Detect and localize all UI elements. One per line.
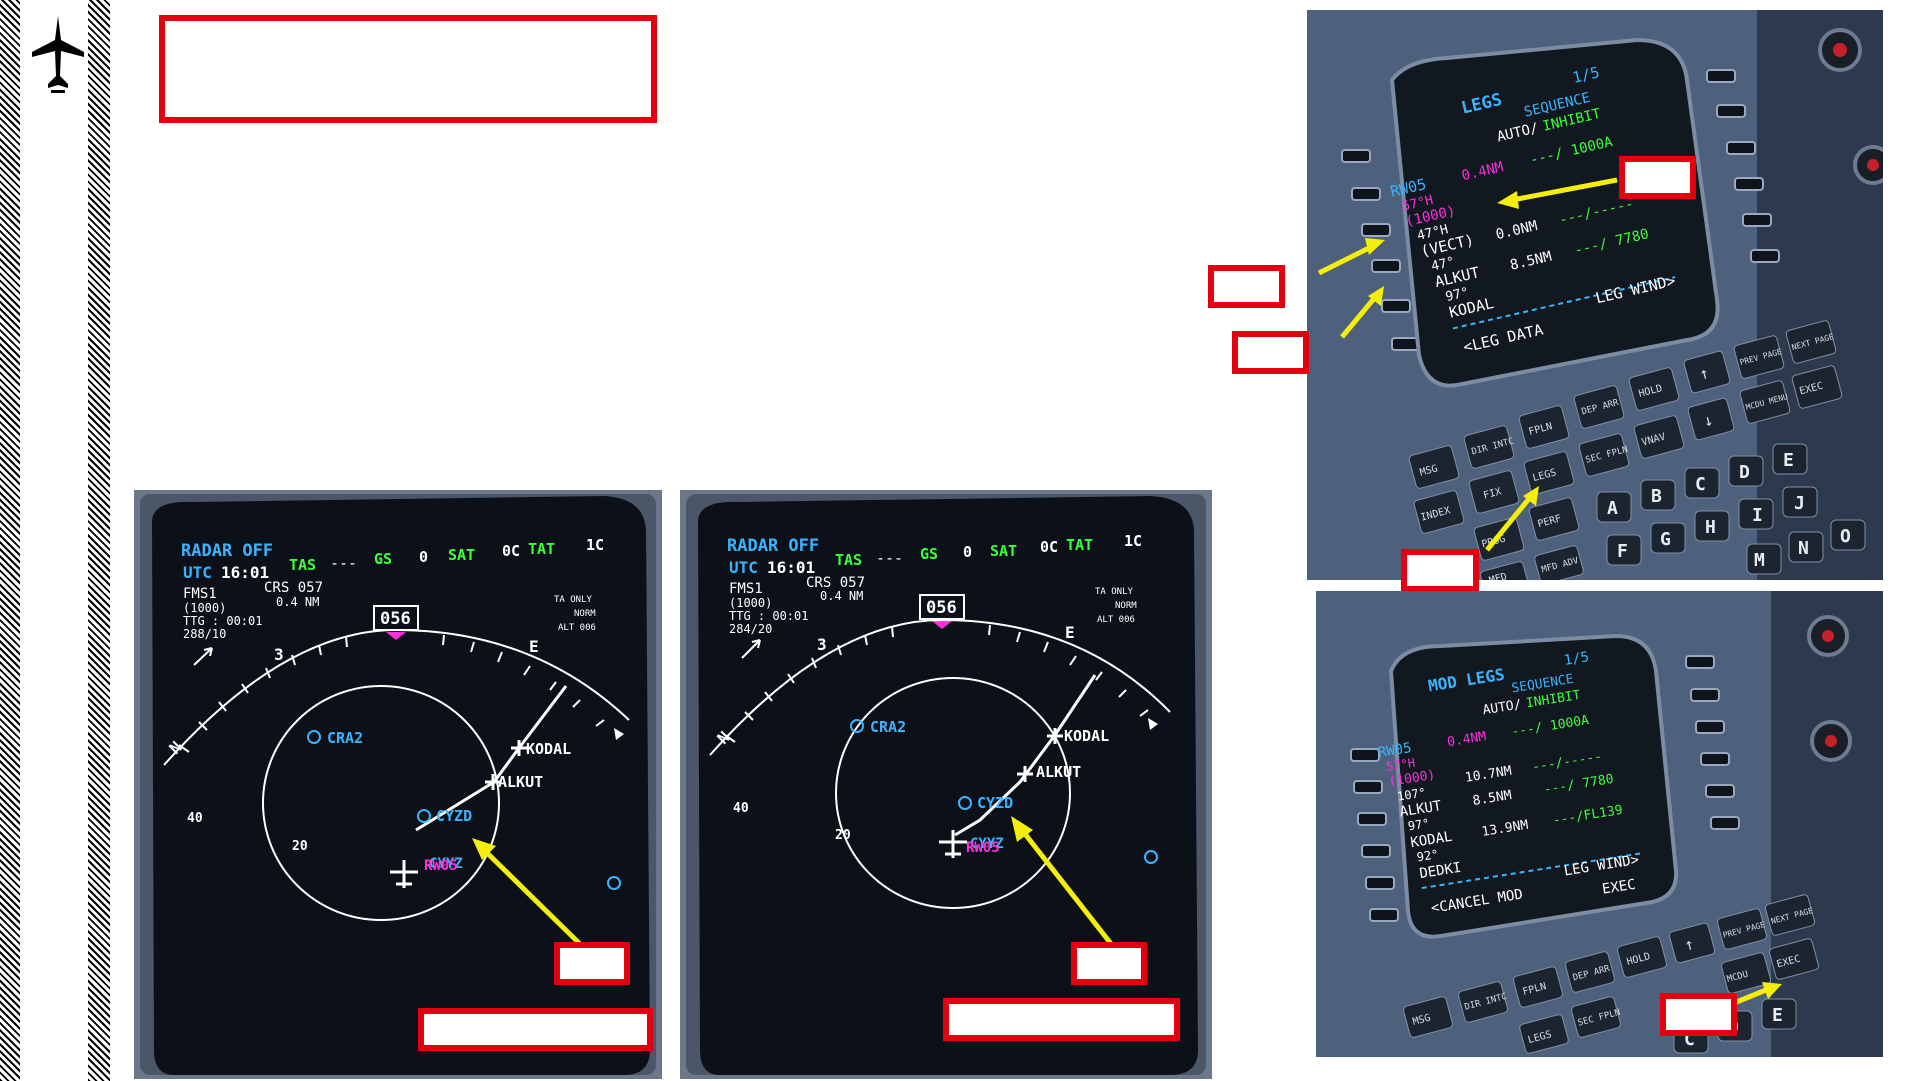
lsk-6r-button[interactable] (1750, 249, 1780, 263)
callout-box-lsk-left-upper (1208, 265, 1285, 308)
lsk-5r-button[interactable] (1705, 784, 1735, 798)
lsk-4r-button[interactable] (1700, 752, 1730, 766)
lsk-2r-button[interactable] (1690, 688, 1720, 702)
callout-arrow (1011, 816, 1114, 947)
lsk-5r-button[interactable] (1742, 213, 1772, 227)
lsk-1r-button[interactable] (1685, 655, 1715, 669)
key-i-label: I (1752, 505, 1763, 526)
key-d-label: D (1739, 462, 1750, 483)
mlg-knob-indicator (1867, 159, 1879, 171)
nav-display-right: RADAR OFF UTC 16:01 TAS --- GS 0 SAT 0C … (680, 490, 1212, 1079)
mcdu-legs-page: LEGS 1/5 SEQUENCE AUTO/ INHIBIT RW05 0.4… (1307, 10, 1883, 580)
nav-display-left: RADAR OFF UTC 16:01 TAS --- GS 0 SAT 0C … (134, 490, 662, 1079)
callout-box-exec-key (1660, 993, 1737, 1036)
key-b-label: B (1651, 486, 1662, 507)
key-g-label: G (1660, 529, 1671, 550)
callout-box-nd-right-small (1071, 942, 1147, 985)
callout-box-nd-left-wide (418, 1008, 653, 1051)
lsk-3r-button[interactable] (1695, 720, 1725, 734)
lsk-3r-button[interactable] (1726, 141, 1756, 155)
key-j-label: J (1794, 493, 1805, 514)
arm-knob-indicator (1833, 43, 1847, 57)
lsk-6l-button[interactable] (1369, 908, 1399, 922)
mlg-knob-indicator (1825, 735, 1837, 747)
key-a-label: A (1607, 498, 1618, 519)
lsk-3l-button[interactable] (1361, 223, 1391, 237)
lsk-1r-button[interactable] (1706, 69, 1736, 83)
lsk-1l-button[interactable] (1350, 748, 1380, 762)
callout-box-nd-right-wide (943, 998, 1180, 1041)
left-hatch-strip (0, 0, 20, 1081)
key-m-label: M (1754, 550, 1765, 571)
key-h-label: H (1705, 517, 1716, 538)
mcdu-mod-legs-page: MOD LEGS 1/5 SEQUENCE AUTO/ INHIBIT RW05… (1316, 591, 1883, 1057)
arm-knob-indicator (1822, 630, 1834, 642)
right-hatch-strip (88, 0, 110, 1081)
callout-box-lsk-right (1619, 156, 1696, 199)
lsk-2r-button[interactable] (1716, 104, 1746, 118)
key-f-label: F (1617, 541, 1628, 562)
key-e-label: E (1783, 450, 1794, 471)
callout-box-legs-key (1401, 549, 1479, 592)
lsk-2l-button[interactable] (1351, 187, 1381, 201)
key-c-label: C (1695, 474, 1706, 495)
lsk-3l-button[interactable] (1357, 812, 1387, 826)
airplane-icon (30, 14, 86, 94)
callout-arrow (472, 838, 583, 947)
lsk-2l-button[interactable] (1353, 780, 1383, 794)
key-o-label: O (1840, 526, 1851, 547)
callout-box-lsk-left-lower (1232, 331, 1309, 374)
lsk-4l-button[interactable] (1371, 259, 1401, 273)
callout-box-nd-left-small (554, 942, 630, 985)
lsk-1l-button[interactable] (1341, 149, 1371, 163)
key-e-label: E (1772, 1005, 1783, 1026)
lsk-5l-button[interactable] (1381, 299, 1411, 313)
lsk-4l-button[interactable] (1361, 844, 1391, 858)
key-n-label: N (1798, 538, 1809, 559)
lsk-6r-button[interactable] (1710, 816, 1740, 830)
title-callout-box (159, 15, 657, 123)
lsk-5l-button[interactable] (1365, 876, 1395, 890)
lsk-4r-button[interactable] (1734, 177, 1764, 191)
